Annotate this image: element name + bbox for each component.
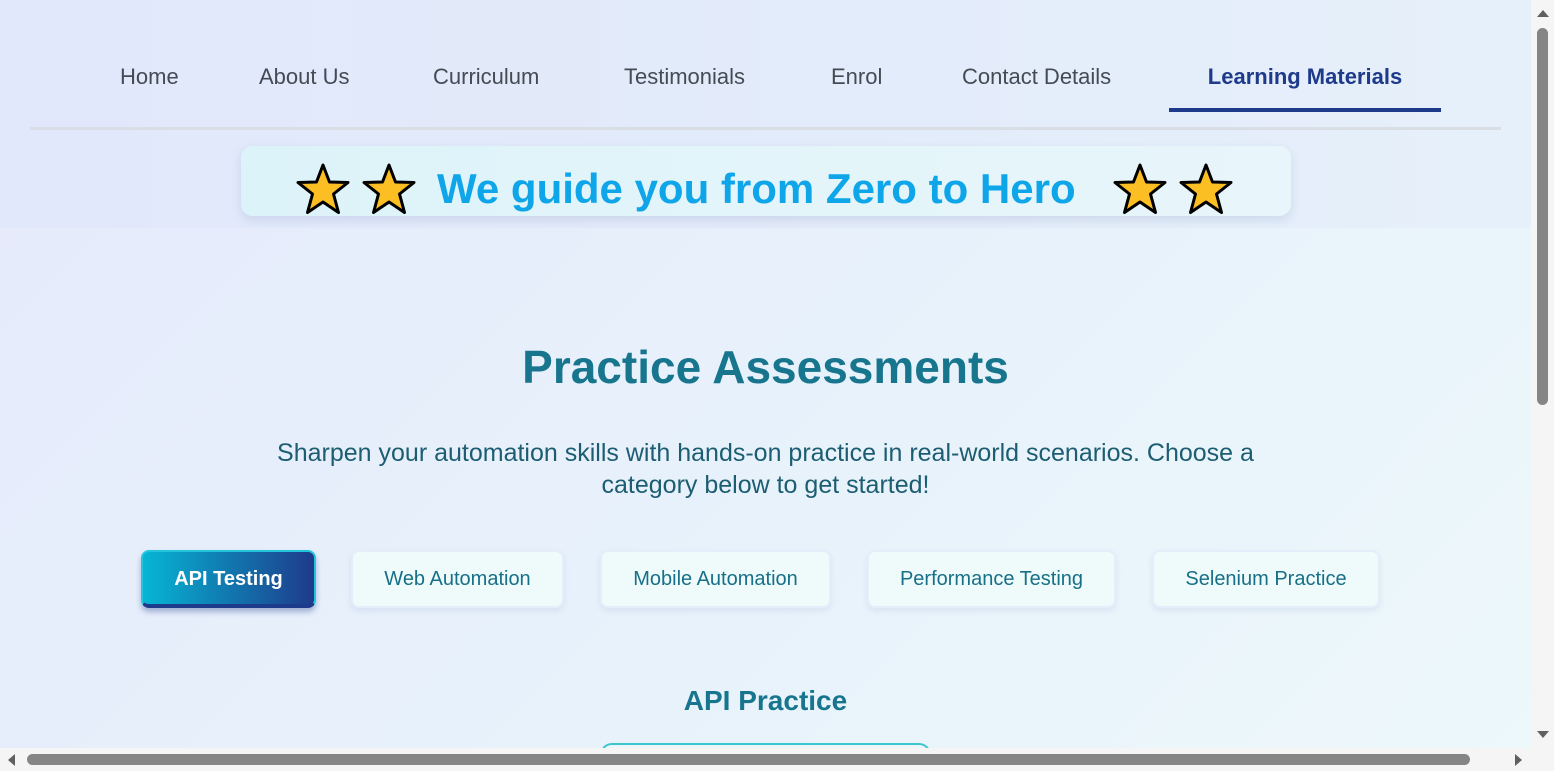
- section-description: Sharpen your automation skills with hand…: [277, 439, 1254, 499]
- vertical-scrollbar[interactable]: [1531, 0, 1554, 748]
- category-button-selenium-practice[interactable]: Selenium Practice: [1152, 550, 1380, 608]
- scroll-up-arrow-icon[interactable]: [1537, 10, 1549, 17]
- nav-item-learning-materials[interactable]: Learning Materials: [1169, 62, 1441, 112]
- subsection-title: API Practice: [683, 685, 848, 716]
- banner-headline: We guide you from Zero to Hero: [437, 165, 1076, 212]
- star-icon: [362, 163, 416, 214]
- horizontal-scroll-thumb[interactable]: [27, 754, 1470, 765]
- category-button-mobile-automation[interactable]: Mobile Automation: [600, 550, 831, 608]
- page-title: Practice Assessments: [522, 341, 1009, 393]
- category-button-api-testing[interactable]: API Testing: [141, 550, 316, 608]
- nav-item-home[interactable]: Home: [120, 62, 179, 112]
- page-viewport: Home About Us Curriculum Testimonials En…: [0, 0, 1531, 748]
- horizontal-scrollbar[interactable]: [0, 748, 1531, 771]
- star-icon: [296, 163, 350, 214]
- category-button-web-automation[interactable]: Web Automation: [351, 550, 564, 608]
- scroll-down-arrow-icon[interactable]: [1537, 731, 1549, 738]
- nav-item-about-us[interactable]: About Us: [259, 62, 350, 112]
- category-button-performance-testing[interactable]: Performance Testing: [867, 550, 1116, 608]
- hero-banner: We guide you from Zero to Hero: [241, 146, 1291, 216]
- site-header: Home About Us Curriculum Testimonials En…: [0, 0, 1531, 228]
- scroll-right-arrow-icon[interactable]: [1515, 754, 1522, 766]
- vertical-scroll-thumb[interactable]: [1537, 28, 1548, 405]
- nav-item-enrol[interactable]: Enrol: [831, 62, 882, 112]
- nav-item-contact-details[interactable]: Contact Details: [962, 62, 1111, 112]
- star-icon: [1179, 163, 1233, 214]
- main-nav: Home About Us Curriculum Testimonials En…: [30, 40, 1501, 130]
- nav-item-curriculum[interactable]: Curriculum: [433, 62, 539, 112]
- star-icon: [1113, 163, 1167, 214]
- nav-item-testimonials[interactable]: Testimonials: [624, 62, 745, 112]
- scroll-left-arrow-icon[interactable]: [8, 754, 15, 766]
- scrollbar-corner: [1531, 748, 1554, 771]
